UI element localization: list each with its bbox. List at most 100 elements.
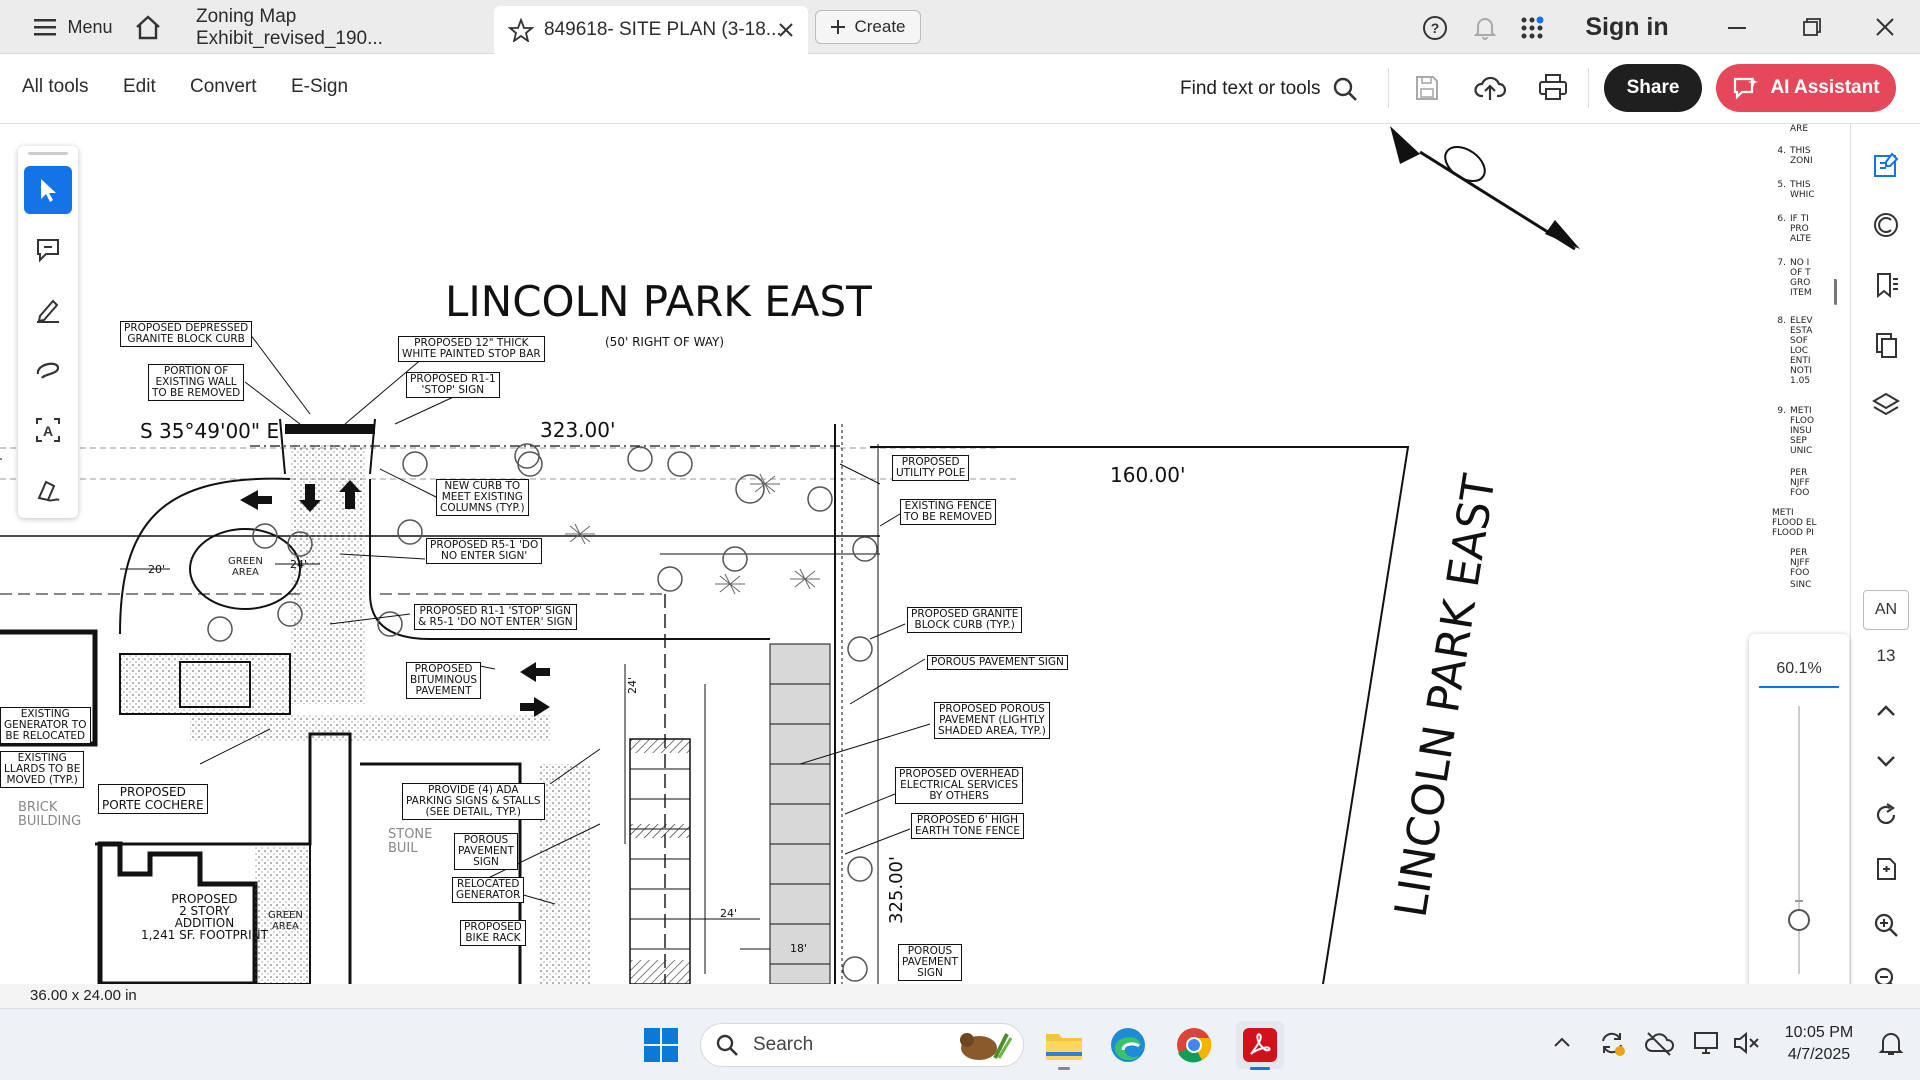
clock[interactable]: 10:05 PM 4/7/2025 [1774,1022,1864,1066]
windows-logo-icon [644,1028,678,1062]
chrome-button[interactable] [1170,1021,1218,1069]
site-plan-drawing: LINCOLN PARK EAST (50' RIGHT OF WAY) LIN… [0,126,1836,984]
panel-drag-handle[interactable] [28,152,68,155]
previous-page-button[interactable] [1867,692,1905,730]
create-button[interactable]: Create [815,10,921,44]
callout-label: PORTION OF EXISTING WALL TO BE REMOVED [148,364,245,401]
comments-panel-button[interactable] [1867,206,1905,244]
menu-button[interactable]: Menu [18,12,128,42]
convert-menu[interactable]: Convert [190,76,257,98]
edit-menu[interactable]: Edit [123,76,156,98]
restore-button[interactable] [1797,12,1827,42]
dimension-18: 18' [790,942,807,955]
note-item: 9. METI FLOO INSU SEP UNIC [1777,406,1815,456]
vertical-scrollbar-thumb[interactable] [1834,279,1837,305]
tab-zoning-map[interactable]: Zoning Map Exhibit_revised_190... [182,6,492,50]
chevron-up-icon [1554,1037,1570,1047]
edge-button[interactable] [1104,1021,1152,1069]
callout-label: PROPOSED R1-1 'STOP' SIGN & R5-1 'DO NOT… [414,604,577,630]
find-text-tools[interactable]: Find text or tools [1180,72,1358,106]
zoom-slider-tick [1795,900,1803,902]
callout-label: POROUS PAVEMENT SIGN [927,655,1068,670]
zoom-in-button[interactable] [1867,906,1905,944]
star-icon[interactable] [508,18,534,42]
callout-label: PROPOSED 6' HIGH EARTH TONE FENCE [911,813,1024,839]
notifications-button[interactable] [1470,13,1500,43]
layers-panel-button[interactable] [1867,386,1905,424]
sign-in-button[interactable]: Sign in [1572,10,1682,44]
dimension-24b: 24' [626,677,639,694]
chevron-up-icon [1877,705,1895,716]
pages-panel-button[interactable] [1867,326,1905,364]
pages-icon [1876,333,1897,358]
bookmarks-panel-button[interactable] [1867,266,1905,304]
minimize-button[interactable] [1722,12,1752,42]
next-page-button[interactable] [1867,742,1905,780]
note-item: PER NJFF FOO [1790,468,1810,498]
rotate-button[interactable] [1867,796,1905,834]
onedrive-tray-button[interactable] [1644,1029,1674,1062]
close-window-button[interactable] [1870,12,1900,42]
north-arrow-icon [1390,126,1580,251]
help-button[interactable]: ? [1420,13,1450,43]
callout-label: PROPOSED BITUMINOUS PAVEMENT [406,662,482,699]
zoom-slider-track[interactable] [1795,706,1803,974]
ai-assistant-button[interactable]: AI Assistant [1716,64,1896,112]
tab-site-plan[interactable]: 849618- SITE PLAN (3-18... [494,6,808,54]
apps-button[interactable] [1518,13,1548,43]
save-button[interactable] [1414,74,1440,107]
bearing-label: S 35°49'00" E [140,419,279,443]
zoom-percent-field[interactable]: 60.1% [1759,652,1839,688]
comment-tool[interactable] [24,226,72,274]
edit-document-icon [1874,152,1899,177]
restore-icon [1803,18,1821,36]
show-hidden-icons-button[interactable] [1552,1035,1572,1054]
start-button[interactable] [637,1021,685,1069]
note-item: PER NJFF FOO [1790,548,1810,578]
upload-button[interactable] [1474,72,1507,107]
apps-grid-icon [1521,16,1544,39]
callout-label: PROVIDE (4) ADA PARKING SIGNS & STALLS (… [402,783,545,820]
acrobat-button[interactable] [1236,1021,1284,1070]
folder-icon [1046,1034,1082,1060]
main-toolbar: All tools Edit Convert E-Sign Find text … [0,54,1920,124]
home-button[interactable] [132,12,164,42]
notification-center-button[interactable] [1878,1031,1904,1062]
callout-label: PROPOSED UTILITY POLE [892,455,970,481]
network-tray-button[interactable] [1692,1029,1722,1062]
sign-tool[interactable] [24,466,72,514]
text-recognition-tool[interactable]: A [24,406,72,454]
document-viewport[interactable]: LINCOLN PARK EAST (50' RIGHT OF WAY) LIN… [0,124,1850,984]
cursor-arrow-icon [41,179,56,202]
close-tab-icon[interactable] [778,22,794,38]
volume-tray-button[interactable] [1732,1029,1762,1062]
file-explorer-button[interactable] [1040,1021,1088,1070]
zoom-slider-handle[interactable] [1788,909,1810,932]
fit-page-button[interactable] [1867,850,1905,888]
highlight-tool[interactable] [24,286,72,334]
print-button[interactable] [1538,73,1568,106]
menu-label: Menu [67,16,113,37]
page-label: AN [1874,601,1898,618]
acrobat-icon [1243,1028,1277,1062]
note-item: METI FLOOD EL FLOOD PI [1772,508,1817,538]
taskbar-search-box[interactable]: Search [700,1023,1024,1067]
toolbar-divider [1388,68,1389,108]
ai-assistant-icon [1734,77,1759,100]
status-bar: 36.00 x 24.00 in [0,984,1920,1008]
edge-browser-icon [1111,1028,1145,1062]
save-icon [1416,76,1438,100]
all-tools-menu[interactable]: All tools [22,76,89,98]
page-label-box[interactable]: AN [1863,590,1909,630]
volume-muted-icon [1734,1031,1759,1055]
create-label: Create [854,17,906,36]
select-tool[interactable] [24,166,72,214]
callout-label: PROPOSED DEPRESSED GRANITE BLOCK CURB [120,321,253,347]
edit-pdf-button[interactable] [1867,146,1905,184]
brick-building-label: BRICK BUILDING [18,800,82,829]
street-name-right: LINCOLN PARK EAST [1385,471,1505,921]
draw-tool[interactable] [24,346,72,394]
sync-tray-button[interactable] [1598,1029,1626,1062]
esign-menu[interactable]: E-Sign [291,76,348,98]
share-button[interactable]: Share [1604,64,1702,112]
